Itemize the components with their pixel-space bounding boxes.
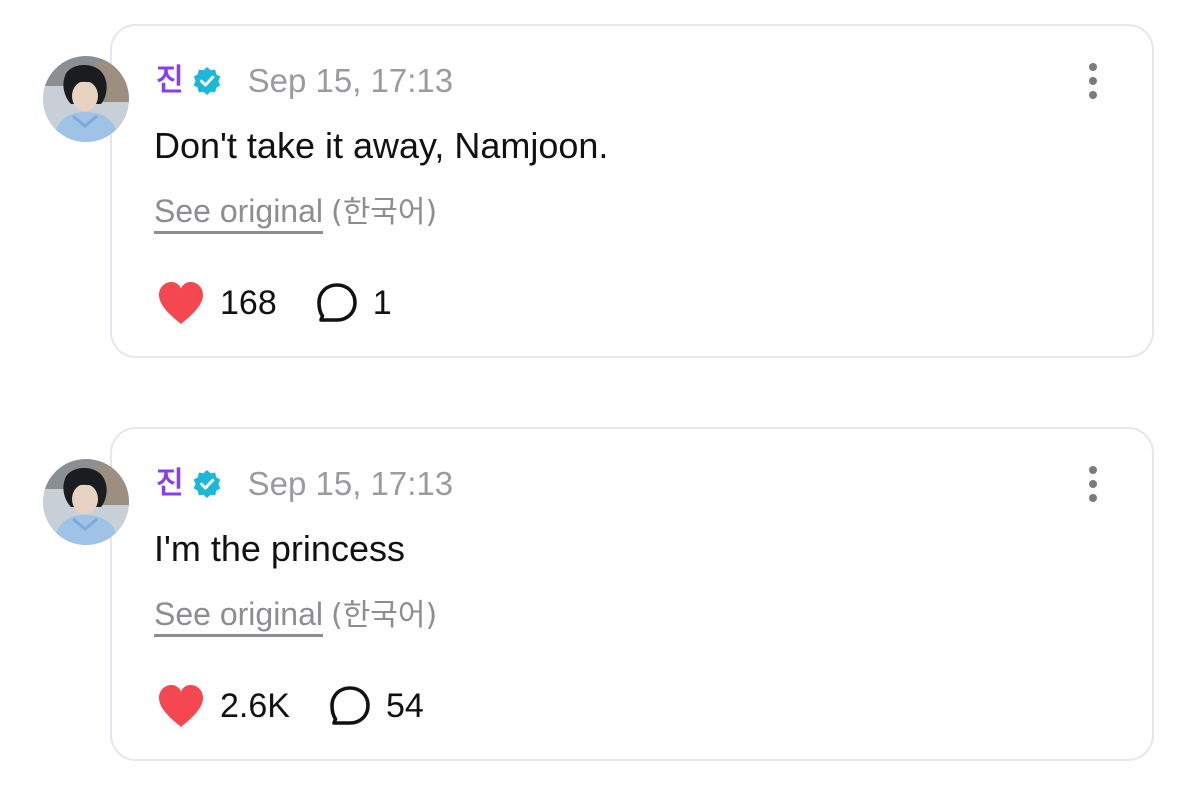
avatar-image	[43, 459, 129, 545]
author-name[interactable]: 진	[156, 463, 184, 505]
post-header: 진 Sep 15, 17:13	[156, 463, 453, 505]
like-button[interactable]: 2.6K	[156, 683, 290, 729]
post-timestamp: Sep 15, 17:13	[247, 465, 454, 502]
original-language-label: (한국어)	[331, 598, 438, 633]
heart-icon	[159, 685, 203, 727]
comment-count: 1	[372, 284, 392, 322]
post-header: 진 Sep 15, 17:13	[156, 60, 453, 102]
post-timestamp: Sep 15, 17:13	[247, 62, 454, 99]
post-stats: 2.6K 54	[156, 683, 424, 729]
post-bubble[interactable]: 진 Sep 15, 17:13 Don't take it away, Namj…	[110, 24, 1154, 358]
post-bubble[interactable]: 진 Sep 15, 17:13 I'm the princess See ori…	[110, 427, 1154, 761]
avatar[interactable]	[43, 56, 129, 142]
comment-button[interactable]: 54	[328, 683, 424, 729]
translation-row: See original (한국어)	[154, 593, 437, 637]
verified-badge-icon	[193, 67, 220, 95]
original-language-label: (한국어)	[331, 195, 438, 230]
comment-button[interactable]: 1	[315, 280, 392, 326]
more-options-icon[interactable]	[1086, 62, 1100, 100]
avatar[interactable]	[43, 459, 129, 545]
avatar-image	[43, 56, 129, 142]
post-card: 진 Sep 15, 17:13 I'm the princess See ori…	[0, 427, 1200, 767]
translation-row: See original (한국어)	[154, 190, 437, 234]
verified-badge-icon	[193, 470, 220, 498]
like-count: 2.6K	[220, 687, 290, 725]
more-options-icon[interactable]	[1086, 465, 1100, 503]
see-original-link[interactable]: See original	[154, 596, 323, 637]
post-message: I'm the princess	[154, 528, 405, 569]
see-original-link[interactable]: See original	[154, 193, 323, 234]
post-message: Don't take it away, Namjoon.	[154, 125, 609, 166]
comment-bubble-icon	[330, 686, 370, 725]
comment-count: 54	[385, 687, 424, 725]
author-name[interactable]: 진	[156, 60, 184, 102]
like-count: 168	[220, 284, 277, 322]
post-card: 진 Sep 15, 17:13 Don't take it away, Namj…	[0, 24, 1200, 364]
heart-icon	[159, 282, 203, 324]
comment-bubble-icon	[316, 283, 357, 322]
like-button[interactable]: 168	[156, 280, 277, 326]
post-stats: 168 1	[156, 280, 392, 326]
